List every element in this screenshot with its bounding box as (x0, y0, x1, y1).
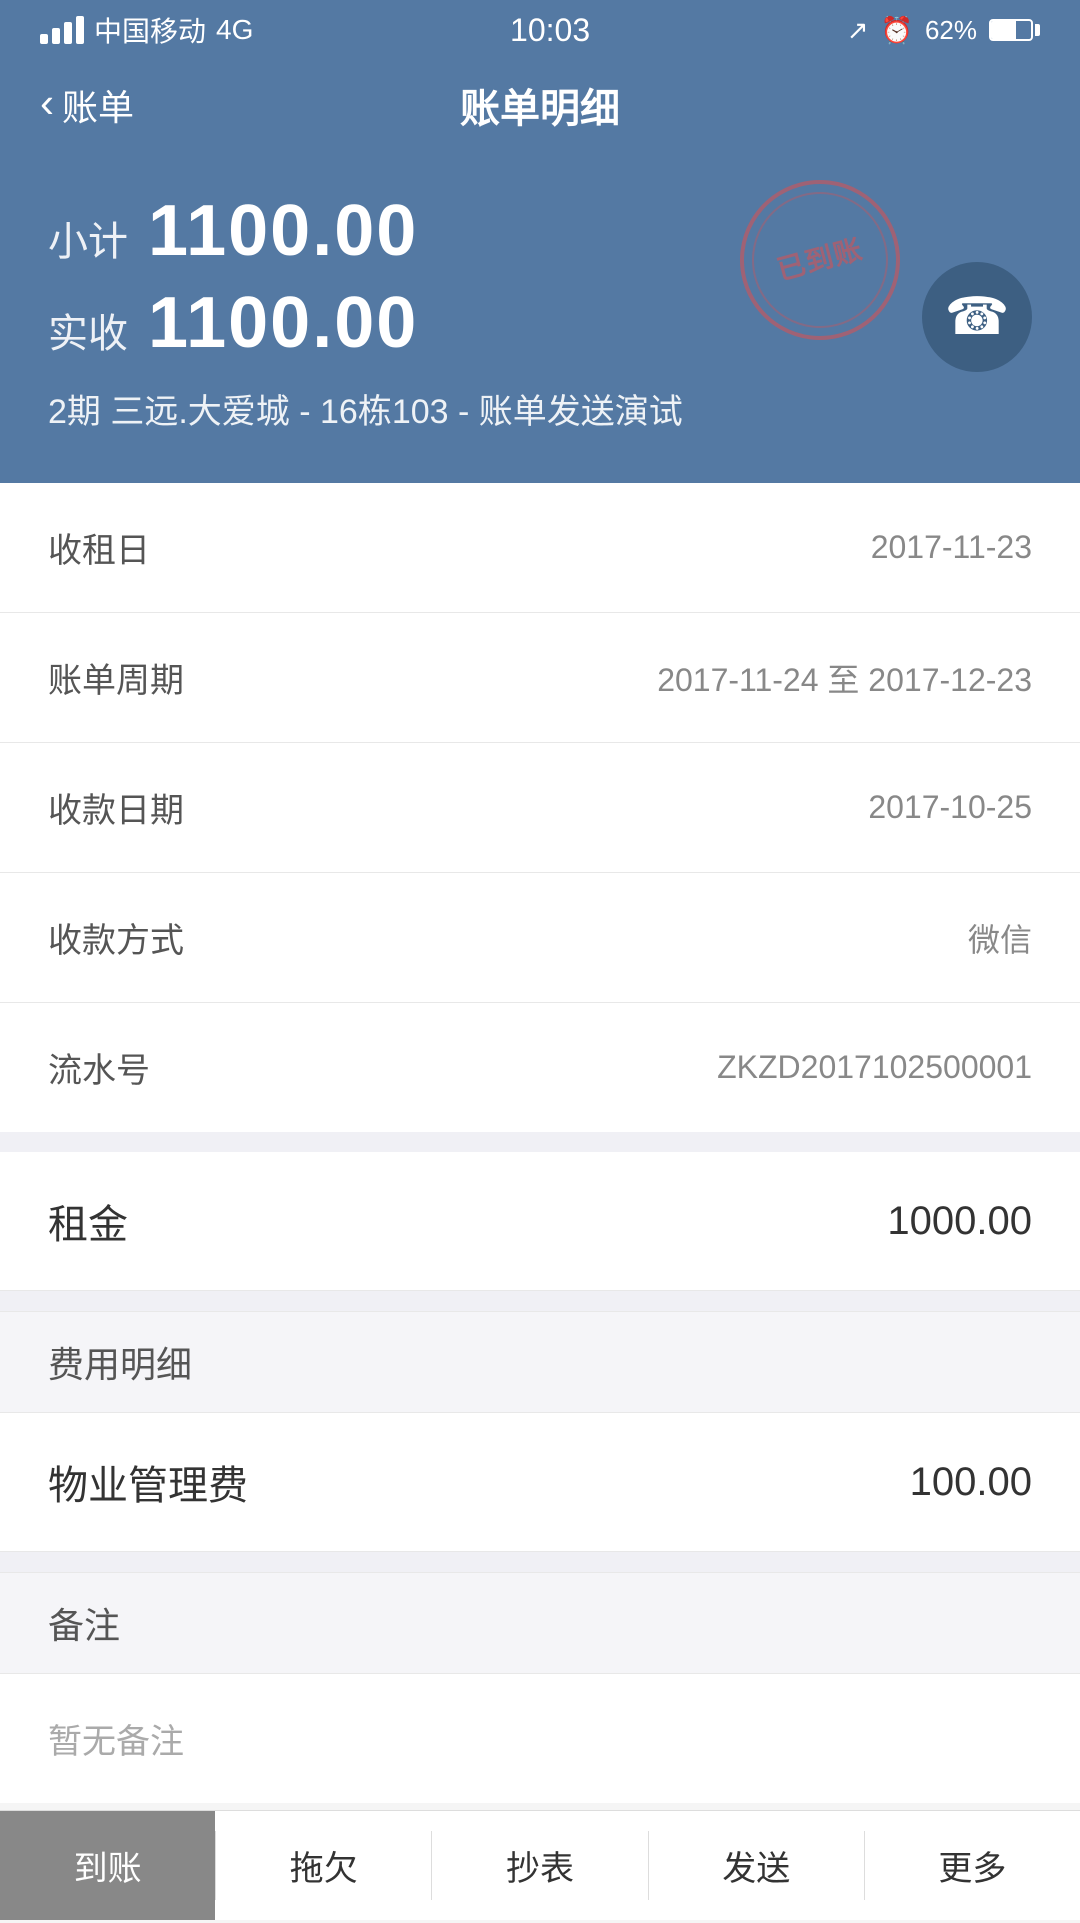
clock: 10:03 (510, 12, 590, 49)
detail-value-0: 2017-11-23 (871, 529, 1032, 566)
detail-section: 收租日 2017-11-23 账单周期 2017-11-24 至 2017-12… (0, 483, 1080, 1132)
fee-item-row: 物业管理费 100.00 (0, 1413, 1080, 1552)
nav-item-4[interactable]: 更多 (865, 1811, 1080, 1920)
page-title: 账单明细 (460, 76, 620, 134)
detail-value-1: 2017-11-24 至 2017-12-23 (657, 655, 1032, 701)
nav-label-4: 更多 (938, 1841, 1006, 1890)
rent-row: 租金 1000.00 (0, 1152, 1080, 1291)
location-icon: ↗ (847, 15, 869, 46)
back-arrow-icon: ‹ (40, 82, 54, 124)
separator-3 (0, 1552, 1080, 1572)
detail-value-4: ZKZD2017102500001 (717, 1049, 1032, 1086)
status-right: ↗ ⏰ 62% (847, 15, 1040, 46)
fee-header-label: 费用明细 (48, 1344, 192, 1385)
nav-label-0: 到账 (74, 1841, 142, 1890)
carrier-label: 中国移动 (94, 10, 206, 50)
notes-header-label: 备注 (48, 1605, 120, 1646)
status-bar: 中国移动 4G 10:03 ↗ ⏰ 62% (0, 0, 1080, 60)
detail-label-0: 收租日 (48, 523, 150, 572)
detail-value-3: 微信 (968, 915, 1032, 961)
header-amounts: 小计 1100.00 实收 1100.00 2期 三远.大爱城 - 16栋103… (48, 190, 1032, 433)
subtotal-label: 小计 (48, 209, 128, 267)
fee-item-label: 物业管理费 (48, 1453, 248, 1511)
subtotal-value: 1100.00 (148, 190, 418, 272)
alarm-icon: ⏰ (881, 15, 913, 46)
rent-value: 1000.00 (887, 1199, 1032, 1244)
battery-icon (989, 19, 1040, 41)
detail-row-2: 收款日期 2017-10-25 (0, 743, 1080, 873)
rent-label: 租金 (48, 1192, 128, 1250)
detail-label-2: 收款日期 (48, 783, 184, 832)
header-section: 小计 1100.00 实收 1100.00 2期 三远.大爱城 - 16栋103… (0, 150, 1080, 483)
detail-row-3: 收款方式 微信 (0, 873, 1080, 1003)
network-type: 4G (216, 14, 253, 46)
header-subtitle: 2期 三远.大爱城 - 16栋103 - 账单发送演试 (48, 384, 1032, 433)
actual-row: 实收 1100.00 (48, 282, 1032, 364)
nav-item-3[interactable]: 发送 (649, 1811, 864, 1920)
back-button[interactable]: ‹ 账单 (40, 79, 134, 131)
call-button[interactable]: ☎ (922, 262, 1032, 372)
battery-percent: 62% (925, 15, 977, 46)
notes-empty-label: 暂无备注 (0, 1674, 1080, 1803)
fee-item-value: 100.00 (910, 1460, 1032, 1505)
nav-item-1[interactable]: 拖欠 (216, 1811, 431, 1920)
separator-2 (0, 1291, 1080, 1311)
notes-section: 暂无备注 (0, 1674, 1080, 1803)
phone-icon: ☎ (945, 287, 1010, 347)
detail-row-1: 账单周期 2017-11-24 至 2017-12-23 (0, 613, 1080, 743)
detail-value-2: 2017-10-25 (868, 789, 1032, 826)
nav-item-0[interactable]: 到账 (0, 1811, 215, 1920)
separator-1 (0, 1132, 1080, 1152)
subtotal-row: 小计 1100.00 (48, 190, 1032, 272)
actual-value: 1100.00 (148, 282, 418, 364)
bottom-nav: 到账 拖欠 抄表 发送 更多 (0, 1810, 1080, 1920)
detail-label-3: 收款方式 (48, 913, 184, 962)
fee-section-header: 费用明细 (0, 1311, 1080, 1413)
signal-icon (40, 16, 84, 44)
status-left: 中国移动 4G (40, 10, 253, 50)
nav-label-2: 抄表 (506, 1841, 574, 1890)
back-label: 账单 (62, 79, 134, 131)
detail-label-1: 账单周期 (48, 653, 184, 702)
nav-item-2[interactable]: 抄表 (432, 1811, 647, 1920)
nav-label-1: 拖欠 (290, 1841, 358, 1890)
notes-section-header: 备注 (0, 1572, 1080, 1674)
actual-label: 实收 (48, 301, 128, 359)
nav-bar: ‹ 账单 账单明细 (0, 60, 1080, 150)
detail-row-0: 收租日 2017-11-23 (0, 483, 1080, 613)
detail-label-4: 流水号 (48, 1043, 150, 1092)
detail-row-4: 流水号 ZKZD2017102500001 (0, 1003, 1080, 1132)
nav-label-3: 发送 (722, 1841, 790, 1890)
